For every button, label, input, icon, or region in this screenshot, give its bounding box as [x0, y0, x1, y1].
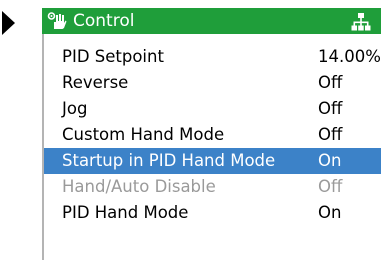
menu-item-jog[interactable]: Jog Off — [44, 96, 381, 122]
menu-item-label: PID Hand Mode — [62, 203, 189, 222]
menu-item-label: Jog — [62, 99, 88, 118]
current-menu-pointer-icon — [2, 11, 15, 35]
menu-item-value: Off — [318, 73, 343, 92]
menu-item-label: Custom Hand Mode — [62, 125, 225, 144]
menu-item-custom-hand-mode[interactable]: Custom Hand Mode Off — [44, 122, 381, 148]
hierarchy-tree-icon[interactable] — [351, 12, 371, 32]
menu-item-value: On — [318, 151, 342, 170]
menu-list: PID Setpoint 14.00% Reverse Off Jog Off … — [44, 44, 381, 226]
menu-item-value: On — [318, 203, 342, 222]
menu-item-label: Hand/Auto Disable — [62, 177, 216, 196]
menu-item-startup-in-pid-hand-mode[interactable]: Startup in PID Hand Mode On — [44, 148, 381, 174]
menu-item-hand-auto-disable: Hand/Auto Disable Off — [44, 174, 381, 200]
menu-item-value: 14.00% — [318, 47, 381, 66]
menu-item-label: Startup in PID Hand Mode — [62, 151, 276, 170]
menu-item-label: PID Setpoint — [62, 47, 164, 66]
menu-item-reverse[interactable]: Reverse Off — [44, 70, 381, 96]
menu-item-value: Off — [318, 99, 343, 118]
menu-item-value: Off — [318, 125, 343, 144]
menu-item-pid-hand-mode[interactable]: PID Hand Mode On — [44, 200, 381, 226]
menu-item-value: Off — [318, 177, 343, 196]
control-menu-screen: Control PID Setpoint 14.00% Reverse Off — [0, 0, 381, 260]
menu-item-label: Reverse — [62, 73, 129, 92]
hand-control-icon — [47, 11, 67, 31]
menu-header: Control — [42, 8, 381, 34]
menu-title: Control — [73, 11, 135, 31]
menu-item-pid-setpoint[interactable]: PID Setpoint 14.00% — [44, 44, 381, 70]
